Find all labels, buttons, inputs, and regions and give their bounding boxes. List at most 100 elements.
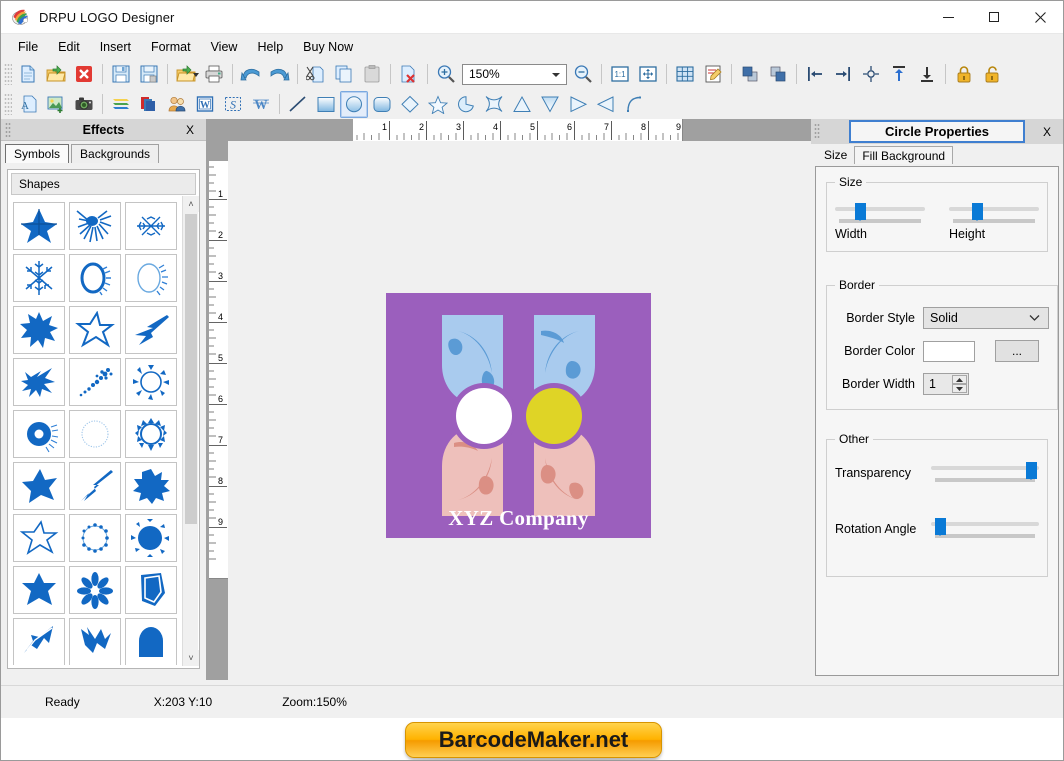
line-tool-icon[interactable]: [284, 91, 312, 118]
close-button[interactable]: [1017, 1, 1063, 34]
star-tool-icon[interactable]: [424, 91, 452, 118]
edit-design-icon[interactable]: [699, 61, 727, 88]
fit-page-icon[interactable]: [634, 61, 662, 88]
toolbar-grip[interactable]: [4, 63, 12, 85]
shapes-grid[interactable]: [11, 200, 179, 665]
shapes-scrollbar[interactable]: ˄ ˅: [182, 196, 199, 666]
zoom-in-icon[interactable]: [432, 61, 460, 88]
circle-dotted-ring-shape[interactable]: [69, 514, 121, 562]
arc-tool-icon[interactable]: [620, 91, 648, 118]
width-slider[interactable]: [835, 203, 925, 225]
lock-icon[interactable]: [950, 61, 978, 88]
barcodemaker-banner[interactable]: BarcodeMaker.net: [405, 722, 662, 758]
undo-icon[interactable]: [237, 61, 265, 88]
star-8-point-shape[interactable]: [13, 306, 65, 354]
align-right-icon[interactable]: [829, 61, 857, 88]
cone-shape[interactable]: [125, 566, 177, 614]
actual-size-icon[interactable]: 1:1: [606, 61, 634, 88]
width-slider-knob[interactable]: [854, 203, 866, 221]
background-tool-icon[interactable]: [135, 91, 163, 118]
rounded-rect-tool-icon[interactable]: [368, 91, 396, 118]
menu-view[interactable]: View: [201, 37, 248, 57]
menu-help[interactable]: Help: [247, 37, 293, 57]
align-left-icon[interactable]: [801, 61, 829, 88]
image-tool-icon[interactable]: [42, 91, 70, 118]
redo-icon[interactable]: [265, 61, 293, 88]
star-outline-5-shape[interactable]: [13, 514, 65, 562]
align-bottom-icon[interactable]: [913, 61, 941, 88]
tab-size[interactable]: Size: [817, 146, 855, 164]
copy-icon[interactable]: [330, 61, 358, 88]
menu-buy-now[interactable]: Buy Now: [293, 37, 363, 57]
panel-grip-icon[interactable]: [5, 122, 11, 138]
align-center-icon[interactable]: [857, 61, 885, 88]
menu-file[interactable]: File: [8, 37, 48, 57]
gear-circle-shape[interactable]: [125, 410, 177, 458]
tab-fill-background[interactable]: Fill Background: [854, 146, 954, 164]
zigzag-shape[interactable]: [69, 618, 121, 665]
text-tool-icon[interactable]: A: [14, 91, 42, 118]
scroll-thumb[interactable]: [185, 214, 197, 524]
rotation-knob[interactable]: [935, 518, 947, 536]
snowflake-shape[interactable]: [13, 254, 65, 302]
paste-icon[interactable]: [358, 61, 386, 88]
zoom-combobox[interactable]: 150%: [462, 63, 567, 85]
star-10-solid-shape[interactable]: [125, 462, 177, 510]
delete-icon[interactable]: [395, 61, 423, 88]
dotted-trail-shape[interactable]: [69, 358, 121, 406]
save-as-icon[interactable]: [135, 61, 163, 88]
stepper-down-icon[interactable]: [952, 384, 967, 393]
design-page[interactable]: XYZ Company: [228, 141, 795, 680]
arrow-outline-shape[interactable]: [13, 618, 65, 665]
tab-backgrounds[interactable]: Backgrounds: [71, 144, 160, 163]
star-6-solid-shape[interactable]: [13, 566, 65, 614]
logo-object[interactable]: XYZ Company: [386, 293, 651, 538]
faint-circle-shape[interactable]: [69, 410, 121, 458]
spike-arrow-shape[interactable]: [125, 306, 177, 354]
properties-grip-icon[interactable]: [814, 123, 820, 140]
scroll-down-icon[interactable]: ˅: [183, 650, 199, 666]
print-icon[interactable]: [200, 61, 228, 88]
rotation-slider[interactable]: [931, 516, 1039, 542]
burst-rays-shape[interactable]: [69, 202, 121, 250]
toolbar-grip-2[interactable]: [4, 93, 12, 115]
diamond-tool-icon[interactable]: [396, 91, 424, 118]
oval-ring-spiked-shape[interactable]: [125, 254, 177, 302]
open-folder-icon[interactable]: [42, 61, 70, 88]
open-recent-icon[interactable]: [172, 61, 200, 88]
height-slider-knob[interactable]: [972, 203, 984, 221]
transparency-slider[interactable]: [931, 460, 1039, 486]
cut-icon[interactable]: [302, 61, 330, 88]
new-document-icon[interactable]: [14, 61, 42, 88]
pie-tool-icon[interactable]: [452, 91, 480, 118]
splash-shape[interactable]: [13, 358, 65, 406]
watermark-tool-icon[interactable]: W: [247, 91, 275, 118]
flower-petals-shape[interactable]: [69, 566, 121, 614]
star-outline-tilted-shape[interactable]: [69, 306, 121, 354]
grid-icon[interactable]: [671, 61, 699, 88]
triangle-left-tool-icon[interactable]: [592, 91, 620, 118]
height-slider[interactable]: [949, 203, 1039, 225]
scroll-up-icon[interactable]: ˄: [183, 196, 199, 212]
four-point-star-tool-icon[interactable]: [480, 91, 508, 118]
menu-edit[interactable]: Edit: [48, 37, 90, 57]
rectangle-tool-icon[interactable]: [312, 91, 340, 118]
circle-sunburst-solid-shape[interactable]: [125, 514, 177, 562]
effects-panel-close-icon[interactable]: X: [186, 123, 194, 137]
stepper-up-icon[interactable]: [952, 375, 967, 384]
canvas-scroll-area[interactable]: XYZ Company: [228, 141, 811, 680]
donut-radial-shape[interactable]: [13, 410, 65, 458]
unlock-icon[interactable]: [978, 61, 1006, 88]
triangle-up-tool-icon[interactable]: [508, 91, 536, 118]
properties-panel-close-icon[interactable]: X: [1043, 125, 1051, 139]
border-color-browse-button[interactable]: ...: [995, 340, 1039, 362]
arrow-spike-shape[interactable]: [69, 462, 121, 510]
dome-shape[interactable]: [125, 618, 177, 665]
symbols-tool-icon[interactable]: [163, 91, 191, 118]
star-5-point-shape[interactable]: [13, 202, 65, 250]
star-5-solid-shape[interactable]: [13, 462, 65, 510]
bring-front-icon[interactable]: [736, 61, 764, 88]
camera-tool-icon[interactable]: [70, 91, 98, 118]
snowflake-small-shape[interactable]: [125, 202, 177, 250]
menu-insert[interactable]: Insert: [90, 37, 141, 57]
